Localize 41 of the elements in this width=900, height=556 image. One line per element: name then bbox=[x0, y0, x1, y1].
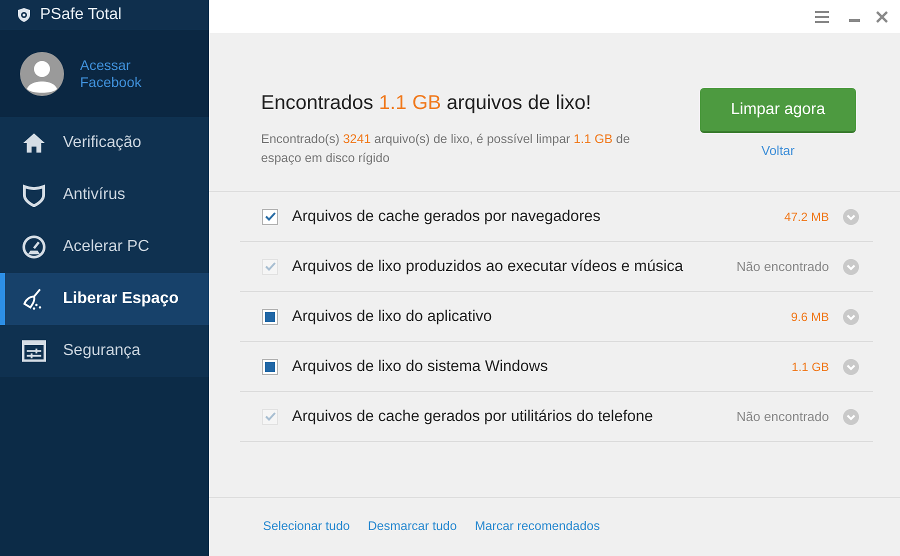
checkbox[interactable] bbox=[262, 358, 278, 374]
expand-chevron-icon[interactable] bbox=[843, 308, 859, 324]
back-link[interactable]: Voltar bbox=[761, 141, 795, 160]
gauge-icon bbox=[22, 235, 46, 259]
item-size: 1.1 GB bbox=[792, 358, 829, 376]
summary-text: Encontrado(s) 3241 arquivo(s) de lixo, é possível limpar 1.1 GB de espaço em disco rígido bbox=[261, 131, 631, 167]
headline: Encontrados 1.1 GB arquivos de lixo! bbox=[261, 91, 592, 116]
expand-chevron-icon[interactable] bbox=[843, 208, 859, 224]
item-size: 47.2 MB bbox=[784, 208, 829, 226]
item-label: Arquivos de lixo do sistema Windows bbox=[292, 356, 549, 377]
expand-chevron-icon[interactable] bbox=[843, 258, 859, 274]
sliders-icon bbox=[22, 339, 46, 363]
item-size: 9.6 MB bbox=[790, 308, 829, 326]
clean-now-button[interactable]: Limpar agora bbox=[700, 88, 856, 133]
footer-link[interactable]: Desmarcar tudo bbox=[368, 517, 457, 536]
footer-link[interactable]: Selecionar tudo bbox=[263, 517, 350, 536]
shield-icon bbox=[22, 183, 46, 207]
checkbox[interactable] bbox=[262, 308, 278, 324]
nav-item[interactable]: Antivírus bbox=[0, 169, 209, 221]
checkbox[interactable] bbox=[262, 208, 278, 224]
item-size: Não encontrado bbox=[736, 408, 829, 426]
nav-item[interactable]: Segurança bbox=[0, 325, 209, 377]
footer-link[interactable]: Marcar recomendados bbox=[474, 517, 600, 536]
house-icon bbox=[22, 131, 46, 155]
item-label: Arquivos de cache gerados por utilitários do telefone bbox=[292, 406, 654, 427]
menu-icon[interactable] bbox=[815, 10, 829, 22]
facebook-login-link[interactable]: Acessar Facebook bbox=[80, 56, 142, 90]
item-label: Arquivos de lixo do aplicativo bbox=[292, 306, 493, 327]
app-title: PSafe Total bbox=[40, 5, 122, 25]
close-icon[interactable] bbox=[876, 10, 888, 22]
nav-item[interactable]: Liberar Espaço bbox=[0, 273, 209, 325]
nav-item[interactable]: Verificação bbox=[0, 117, 209, 169]
shield-logo-icon bbox=[16, 7, 32, 23]
nav-item[interactable]: Acelerar PC bbox=[0, 221, 209, 273]
minimize-icon[interactable] bbox=[849, 19, 860, 22]
item-label: Arquivos de lixo produzidos ao executar vídeos e música bbox=[292, 256, 684, 277]
item-size: Não encontrado bbox=[736, 258, 829, 276]
avatar-icon bbox=[20, 52, 64, 96]
item-label: Arquivos de cache gerados por navegadores bbox=[292, 206, 602, 227]
expand-chevron-icon[interactable] bbox=[843, 358, 859, 374]
expand-chevron-icon[interactable] bbox=[843, 408, 859, 424]
